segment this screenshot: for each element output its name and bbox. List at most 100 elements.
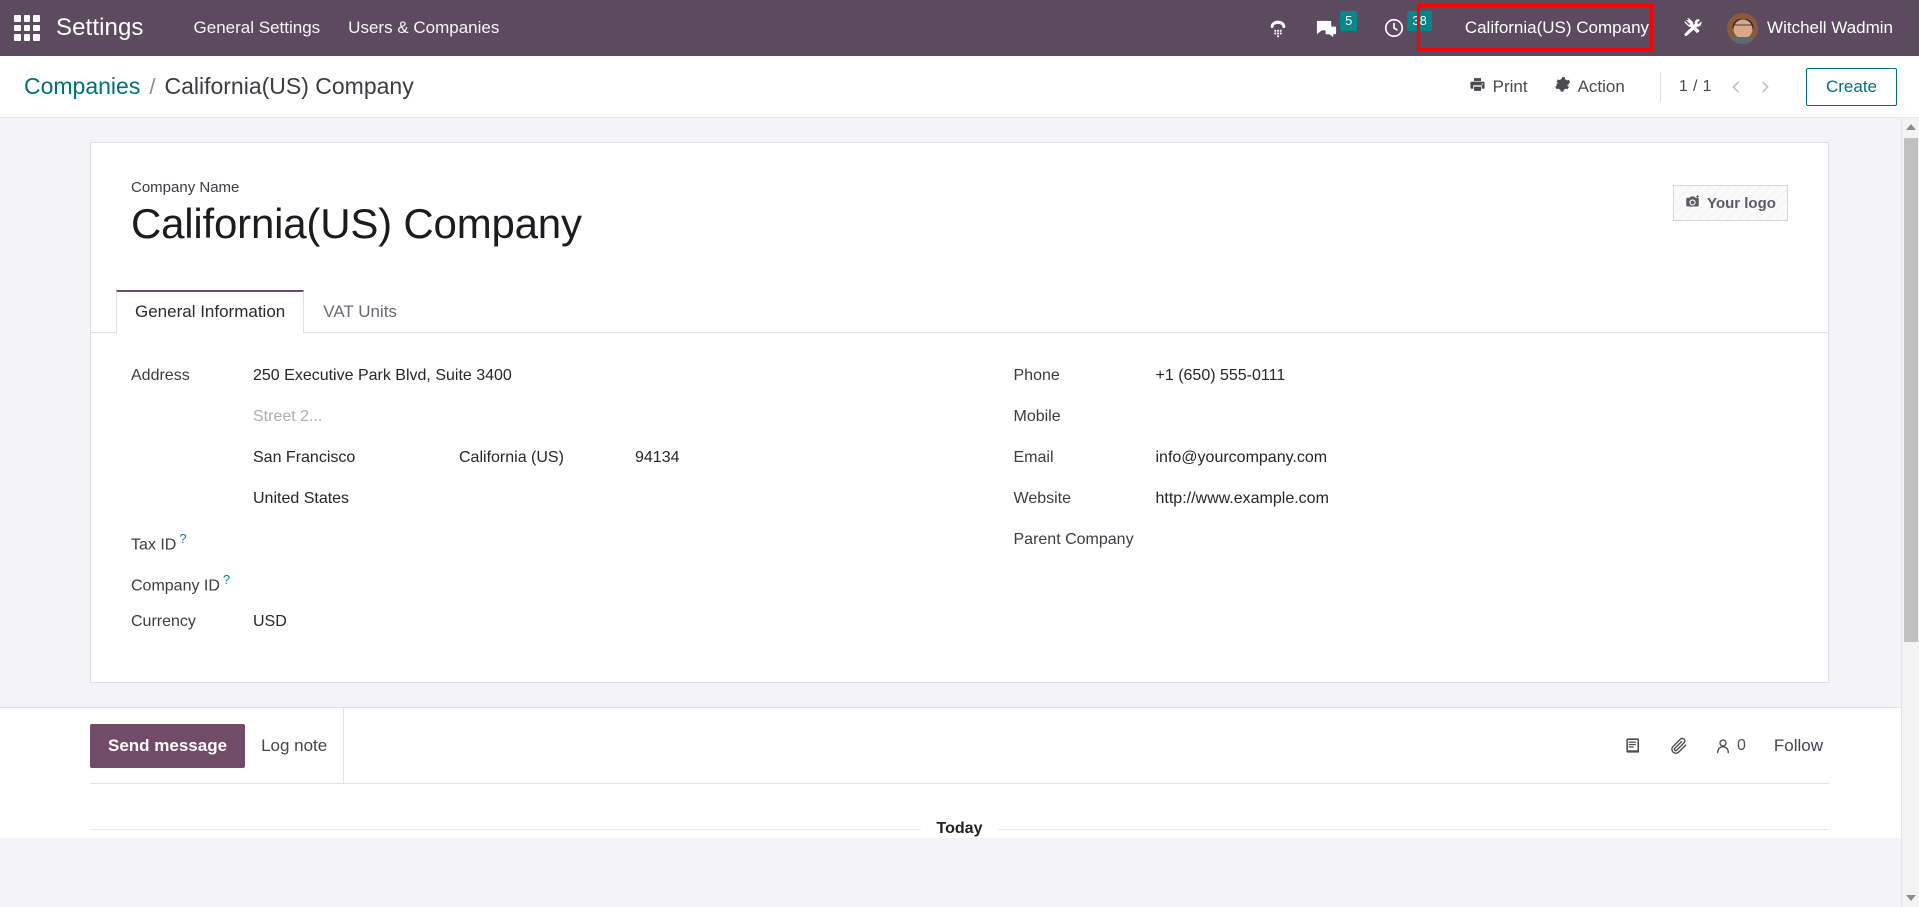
form-column-right: Phone +1 (650) 555-0111 Mobile Email inf… (960, 361, 1789, 648)
currency-input[interactable]: USD (253, 611, 960, 632)
address-city-input[interactable]: San Francisco (253, 449, 459, 467)
pager-value: 1 / 1 (1678, 77, 1712, 95)
street2-spacer (131, 406, 253, 408)
logo-placeholder-label: Your logo (1707, 194, 1776, 212)
company-name-label: Company Name (131, 179, 240, 196)
log-book-icon[interactable] (1624, 736, 1643, 755)
field-row-tax-id: Tax ID? (131, 525, 960, 566)
log-note-button[interactable]: Log note (245, 724, 343, 768)
company-name-input[interactable]: California(US) Company (131, 200, 1673, 247)
composer-text-area[interactable]: 0 Follow (343, 708, 1829, 784)
breadcrumb-companies-link[interactable]: Companies (24, 73, 140, 100)
company-id-label-text: Company ID (131, 577, 220, 595)
print-label: Print (1492, 76, 1528, 96)
breadcrumb: Companies / California(US) Company (24, 73, 414, 100)
sheet-wrapper: Company Name California(US) Company Your… (0, 118, 1901, 684)
tax-id-help-icon[interactable]: ? (179, 531, 186, 546)
form-fields-grid: Address 250 Executive Park Blvd, Suite 3… (131, 333, 1788, 648)
address-country-input[interactable]: United States (253, 488, 960, 509)
voip-phone-button[interactable] (1254, 0, 1302, 56)
sheet-header: Company Name California(US) Company Your… (131, 179, 1788, 247)
address-street-input[interactable]: 250 Executive Park Blvd, Suite 3400 (253, 365, 960, 386)
thread-date-divider: Today (90, 820, 1829, 838)
mobile-input[interactable] (1156, 406, 1789, 427)
activities-badge: 38 (1407, 11, 1432, 31)
breadcrumb-current-record: California(US) Company (164, 73, 414, 99)
app-brand-title[interactable]: Settings (56, 14, 144, 42)
currency-label: Currency (131, 613, 196, 631)
company-logo-upload[interactable]: Your logo (1673, 185, 1788, 221)
field-row-country: United States (131, 484, 960, 525)
menu-general-settings[interactable]: General Settings (180, 12, 335, 44)
avatar (1727, 12, 1759, 44)
action-button[interactable]: Action (1541, 69, 1638, 105)
country-row-spacer (131, 488, 253, 490)
composer-mode-tabs: Send message Log note (90, 708, 343, 783)
chatter: Send message Log note 0 Follow Today (0, 707, 1901, 839)
navbar-menu: General Settings Users & Companies (180, 12, 514, 44)
control-panel-actions: Print Action 1 / 1 Create (1456, 56, 1897, 117)
tab-vat-units[interactable]: VAT Units (304, 290, 416, 333)
form-notebook-tabs: General Information VAT Units (91, 289, 1828, 334)
thread-date-label: Today (936, 820, 983, 838)
city-row-spacer (131, 447, 253, 449)
messages-badge: 5 (1340, 11, 1358, 31)
address-label: Address (131, 367, 190, 385)
content-area: Company Name California(US) Company Your… (0, 118, 1919, 907)
print-button[interactable]: Print (1456, 69, 1541, 105)
company-id-input[interactable] (253, 570, 960, 591)
pager-next-button[interactable] (1752, 72, 1778, 102)
address-city-state-zip: San Francisco California (US) 94134 (253, 447, 960, 468)
scrollbar-thumb[interactable] (1904, 138, 1918, 642)
developer-tools-button[interactable] (1669, 0, 1717, 56)
field-row-parent-company: Parent Company (1014, 525, 1789, 566)
vertical-scrollbar[interactable] (1901, 118, 1919, 907)
company-id-help-icon[interactable]: ? (223, 572, 230, 587)
send-message-button[interactable]: Send message (90, 723, 246, 768)
mobile-label: Mobile (1013, 408, 1061, 426)
field-row-phone: Phone +1 (650) 555-0111 (1014, 361, 1789, 402)
website-input[interactable]: http://www.example.com (1156, 488, 1789, 509)
action-label: Action (1577, 76, 1625, 96)
website-label: Website (1013, 490, 1072, 508)
printer-icon (1469, 76, 1486, 98)
followers-person-icon[interactable]: 0 (1714, 737, 1746, 755)
create-button[interactable]: Create (1805, 67, 1897, 106)
activities-button[interactable]: 38 (1370, 0, 1444, 56)
activities-clock-icon (1383, 17, 1405, 39)
control-panel-divider (1659, 71, 1661, 102)
tools-wrench-icon (1682, 17, 1704, 39)
address-street2-input[interactable]: Street 2... (253, 406, 960, 427)
scroll-up-arrow-icon[interactable] (1902, 118, 1919, 136)
title-block: Company Name California(US) Company (131, 179, 1673, 247)
email-input[interactable]: info@yourcompany.com (1156, 447, 1789, 468)
field-row-currency: Currency USD (131, 607, 960, 648)
address-zip-input[interactable]: 94134 (635, 449, 680, 467)
phone-label: Phone (1013, 367, 1060, 385)
top-navbar: Settings General Settings Users & Compan… (0, 0, 1919, 56)
messages-button[interactable]: 5 (1302, 0, 1370, 56)
chatter-thread: Today (90, 784, 1829, 838)
apps-grid-icon[interactable] (14, 15, 40, 41)
company-switcher[interactable]: California(US) Company (1449, 12, 1665, 44)
address-state-input[interactable]: California (US) (459, 449, 635, 467)
company-id-label: Company ID? (131, 570, 253, 595)
field-row-mobile: Mobile (1014, 402, 1789, 443)
record-pager: 1 / 1 (1679, 72, 1778, 102)
divider-rule-left (90, 828, 921, 830)
tax-id-label-text: Tax ID (131, 536, 177, 554)
divider-rule-right (998, 828, 1829, 830)
follow-button[interactable]: Follow (1772, 732, 1825, 760)
tab-general-information[interactable]: General Information (116, 290, 305, 334)
tax-id-input[interactable] (253, 529, 960, 550)
phone-input[interactable]: +1 (650) 555-0111 (1156, 365, 1789, 386)
menu-users-and-companies[interactable]: Users & Companies (334, 12, 513, 44)
attachment-paperclip-icon[interactable] (1669, 736, 1688, 755)
field-row-website: Website http://www.example.com (1014, 484, 1789, 525)
field-row-city-state-zip: San Francisco California (US) 94134 (131, 443, 960, 484)
parent-company-input[interactable] (1156, 529, 1789, 550)
field-row-company-id: Company ID? (131, 566, 960, 607)
pager-previous-button[interactable] (1723, 72, 1749, 102)
user-menu[interactable]: Witchell Wadmin (1717, 0, 1907, 56)
scroll-down-arrow-icon[interactable] (1902, 889, 1919, 907)
